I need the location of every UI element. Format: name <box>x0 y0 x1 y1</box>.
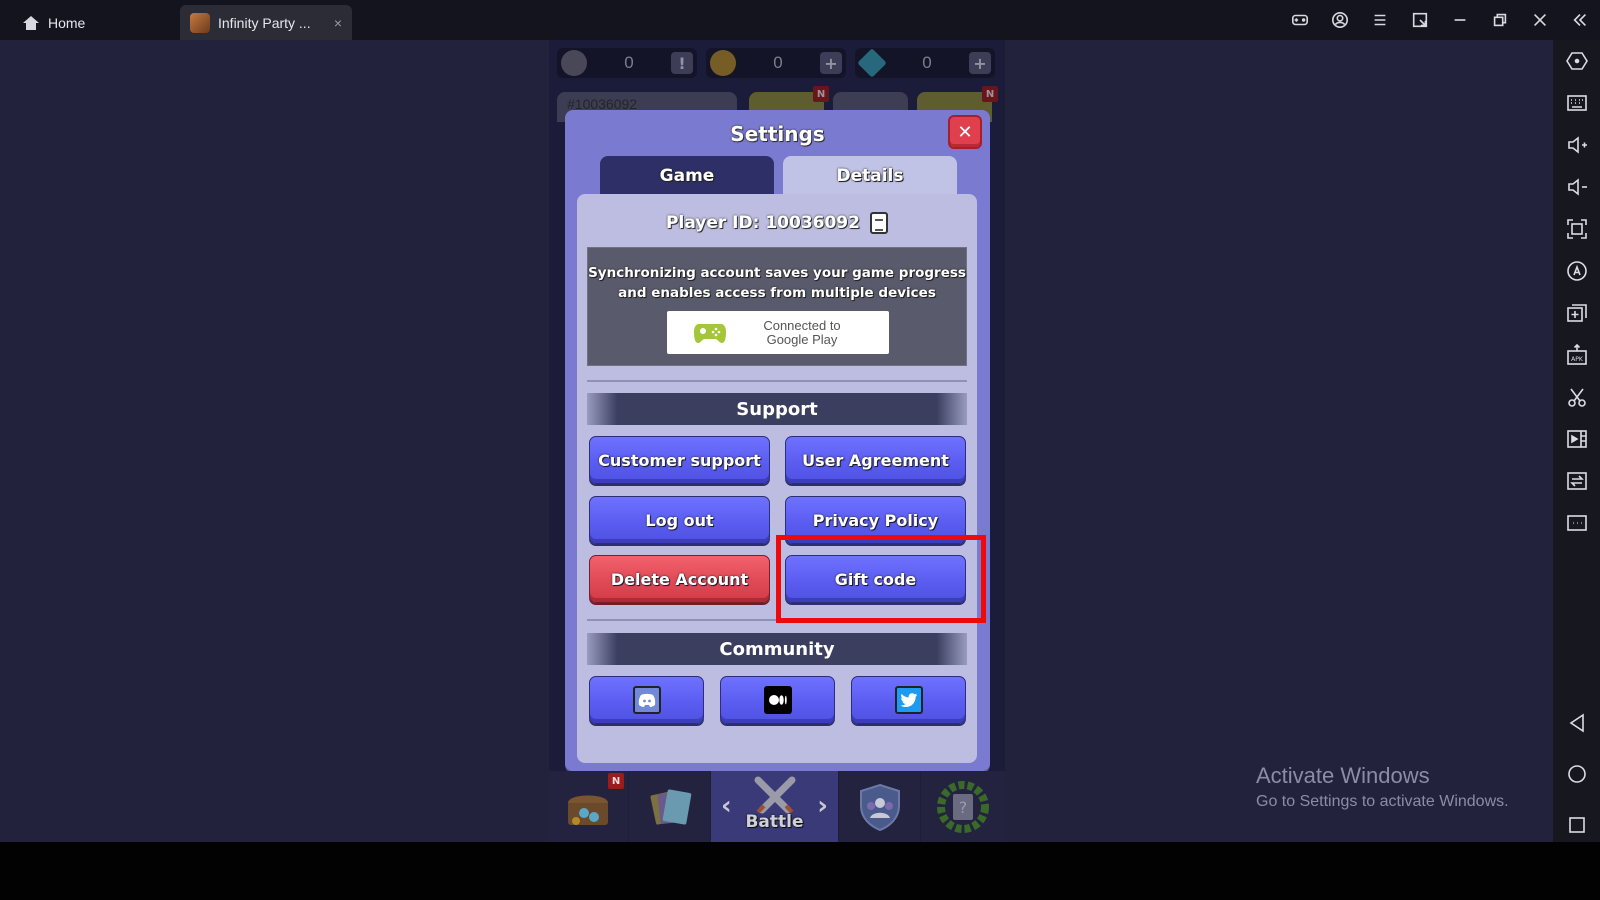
divider <box>587 380 967 382</box>
install-apk-icon[interactable]: APK <box>1553 338 1600 372</box>
privacy-policy-button[interactable]: Privacy Policy <box>785 496 966 544</box>
tab-close-icon[interactable]: × <box>334 15 342 31</box>
tab-home[interactable]: Home <box>22 5 85 40</box>
volume-down-icon[interactable] <box>1553 170 1600 204</box>
watermark-subtitle: Go to Settings to activate Windows. <box>1256 793 1509 810</box>
window-controls <box>1280 0 1600 40</box>
watermark-title: Activate Windows <box>1256 763 1430 788</box>
new-badge: N <box>608 773 624 789</box>
window-resize-icon[interactable] <box>1400 0 1440 40</box>
tab-details[interactable]: Details <box>783 156 957 196</box>
google-play-button[interactable]: Connected to Google Play <box>667 311 889 354</box>
auto-rotate-icon[interactable] <box>1553 254 1600 288</box>
svg-text:APK: APK <box>1571 356 1584 363</box>
google-play-status: Connected to Google Play <box>727 317 889 347</box>
sync-account-box: Synchronizing account saves your game pr… <box>587 247 967 366</box>
google-play-line2: Google Play <box>766 331 838 347</box>
fullscreen-icon[interactable] <box>1553 212 1600 246</box>
copy-icon[interactable] <box>869 212 888 234</box>
gamepad-icon[interactable] <box>1280 0 1320 40</box>
details-panel: Player ID: 10036092 Synchronizing accoun… <box>577 194 977 763</box>
home-icon <box>23 15 39 30</box>
twitter-icon <box>894 686 923 714</box>
settings-title: Settings <box>730 122 825 146</box>
settings-hex-icon[interactable] <box>1553 44 1600 78</box>
community-heading: Community <box>587 633 967 665</box>
title-bar: Home Infinity Party ... × <box>0 0 1600 40</box>
record-video-icon[interactable] <box>1553 422 1600 456</box>
bottom-nav: N ‹ › Battle ? <box>549 771 1005 842</box>
back-icon[interactable] <box>1553 706 1600 740</box>
recents-square-icon[interactable] <box>1553 808 1600 842</box>
discord-button[interactable] <box>589 676 704 724</box>
user-agreement-button[interactable]: User Agreement <box>785 436 966 484</box>
delete-account-button[interactable]: Delete Account <box>589 555 770 603</box>
game-screen: 0 ! 0 + 0 + #10036092 N N Settings ✕ Gam… <box>549 40 1005 842</box>
sync-text-line1: Synchronizing account saves your game pr… <box>588 265 966 281</box>
app-thumbnail-icon <box>190 12 210 33</box>
clan-shield-icon <box>859 783 900 831</box>
nav-cards[interactable] <box>629 771 711 842</box>
activate-windows-watermark: Activate Windows Go to Settings to activ… <box>1256 763 1509 811</box>
emulator-window: Home Infinity Party ... × 0 ! 0 + 0 + #1… <box>0 0 1600 900</box>
tab-game[interactable]: Game <box>600 156 774 196</box>
close-icon[interactable] <box>1520 0 1560 40</box>
mystery-laurel-icon: ? <box>937 780 989 833</box>
minimize-icon[interactable] <box>1440 0 1480 40</box>
screenshot-cut-icon[interactable] <box>1553 380 1600 414</box>
sync-icon[interactable] <box>1553 464 1600 498</box>
twitter-button[interactable] <box>851 676 966 724</box>
player-id-row: Player ID: 10036092 <box>577 212 977 234</box>
nav-battle[interactable]: ‹ › Battle <box>711 771 839 842</box>
google-play-games-icon <box>694 323 726 343</box>
more-icon[interactable] <box>1553 506 1600 540</box>
nav-shop[interactable]: N <box>549 771 629 842</box>
medium-button[interactable] <box>720 676 835 724</box>
log-out-button[interactable]: Log out <box>589 496 770 544</box>
divider <box>587 619 967 621</box>
tab-app-label: Infinity Party ... <box>218 14 311 31</box>
keyboard-icon[interactable] <box>1553 86 1600 120</box>
google-play-line1: Connected to <box>763 317 841 333</box>
cards-icon <box>649 788 691 825</box>
medium-icon <box>763 686 792 714</box>
tab-infinity-party[interactable]: Infinity Party ... × <box>180 5 352 40</box>
account-icon[interactable] <box>1320 0 1360 40</box>
sync-description: Synchronizing account saves your game pr… <box>588 263 966 303</box>
collapse-sidebar-icon[interactable] <box>1560 0 1600 40</box>
gift-code-button[interactable]: Gift code <box>785 555 966 603</box>
tab-home-label: Home <box>48 14 86 31</box>
settings-modal: Settings ✕ Game Details Player ID: 10036… <box>565 110 990 771</box>
customer-support-button[interactable]: Customer support <box>589 436 770 484</box>
menu-icon[interactable] <box>1360 0 1400 40</box>
restore-icon[interactable] <box>1480 0 1520 40</box>
battle-label: Battle <box>745 812 804 832</box>
nav-mystery[interactable]: ? <box>921 771 1005 842</box>
discord-icon <box>632 686 661 714</box>
multi-instance-icon[interactable] <box>1553 296 1600 330</box>
emulator-sidebar: APK <box>1553 40 1600 842</box>
player-id-label: Player ID: 10036092 <box>666 213 860 233</box>
treasure-chest-icon <box>567 795 608 825</box>
close-settings-button[interactable]: ✕ <box>948 115 982 149</box>
home-circle-icon[interactable] <box>1553 757 1600 791</box>
support-heading: Support <box>587 393 967 425</box>
volume-up-icon[interactable] <box>1553 128 1600 162</box>
svg-text:?: ? <box>959 798 968 817</box>
bottom-bar <box>0 842 1600 900</box>
sync-text-line2: and enables access from multiple devices <box>618 285 936 301</box>
nav-clan[interactable] <box>839 771 921 842</box>
